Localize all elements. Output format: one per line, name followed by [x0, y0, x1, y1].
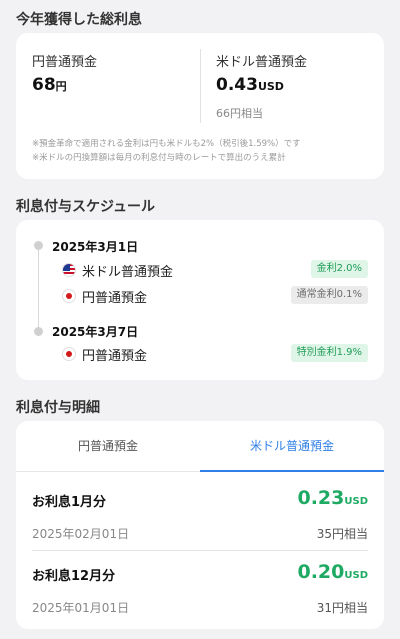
interest-row-approx: 31円相当: [316, 601, 368, 615]
us-flag-icon: [62, 263, 76, 277]
active-tab-indicator: [200, 470, 384, 472]
schedule-account-row: 米ドル普通預金 金利2.0%: [62, 260, 368, 280]
schedule-date: 2025年3月7日: [52, 325, 139, 339]
schedule-account-row: 円普通預金 特別金利1.9%: [62, 344, 368, 364]
interest-row-title: お利息12月分: [32, 569, 116, 584]
interest-row-date: 2025年01月01日: [32, 601, 130, 615]
row-divider: [32, 550, 368, 551]
usd-total-amount: 0.43USD: [216, 75, 284, 95]
rate-note: ※預金革命で適用される金利は円も米ドルも2%（税引後1.59%）です: [32, 139, 301, 149]
timeline-dot: [34, 241, 43, 250]
usd-total-unit: USD: [257, 80, 284, 93]
interest-row-unit: USD: [344, 496, 368, 507]
tab-usd-savings[interactable]: 米ドル普通預金: [200, 421, 384, 471]
jp-flag-icon: [62, 347, 76, 361]
interest-row-approx: 35円相当: [316, 527, 368, 541]
interest-details-card: 円普通預金 米ドル普通預金 お利息1月分 0.23USD 2025年02月01日…: [16, 421, 384, 629]
jpy-total-value: 68: [32, 75, 56, 95]
jp-flag-icon: [62, 289, 76, 303]
rate-badge: 特別金利1.9%: [290, 344, 368, 362]
schedule-account-name: 米ドル普通預金: [82, 265, 174, 280]
schedule-account-name: 円普通預金: [82, 291, 148, 306]
details-heading: 利息付与明細: [16, 400, 100, 416]
column-divider: [200, 49, 201, 123]
schedule-date: 2025年3月1日: [52, 240, 139, 254]
interest-row-amount: 0.20USD: [297, 561, 368, 583]
interest-row-date: 2025年02月01日: [32, 527, 130, 541]
conversion-note: ※米ドルの円換算額は毎月の利息付与時のレートで算出のうえ累計: [32, 153, 286, 163]
schedule-heading: 利息付与スケジュール: [16, 199, 156, 215]
interest-row-value: 0.23: [297, 487, 345, 509]
rate-badge: 通常金利0.1%: [290, 286, 368, 304]
interest-row-unit: USD: [344, 570, 368, 581]
total-interest-heading: 今年獲得した総利息: [16, 12, 142, 28]
jpy-total-unit: 円: [55, 80, 67, 93]
interest-row-title: お利息1月分: [32, 495, 107, 510]
interest-row-value: 0.20: [297, 561, 345, 583]
timeline-dot: [34, 327, 43, 336]
rate-badge: 金利2.0%: [310, 260, 368, 278]
interest-row-amount: 0.23USD: [297, 487, 368, 509]
total-interest-card: 円普通預金 68円 米ドル普通預金 0.43USD 66円相当 ※預金革命で適用…: [16, 33, 384, 179]
schedule-card: 2025年3月1日 米ドル普通預金 金利2.0% 円普通預金 通常金利0.1% …: [16, 220, 384, 380]
jpy-total-label: 円普通預金: [32, 55, 98, 70]
usd-total-approx: 66円相当: [216, 107, 263, 120]
interest-page: 今年獲得した総利息 円普通預金 68円 米ドル普通預金 0.43USD 66円相…: [0, 0, 400, 639]
interest-row[interactable]: お利息1月分 0.23USD 2025年02月01日 35円相当: [32, 487, 368, 563]
interest-row[interactable]: お利息12月分 0.20USD 2025年01月01日 31円相当: [32, 561, 368, 629]
schedule-account-row: 円普通預金 通常金利0.1%: [62, 286, 368, 306]
timeline-line: [38, 245, 39, 331]
jpy-total-amount: 68円: [32, 75, 67, 95]
usd-total-value: 0.43: [216, 75, 258, 95]
tab-jpy-savings[interactable]: 円普通預金: [16, 421, 200, 471]
schedule-account-name: 円普通預金: [82, 349, 148, 364]
usd-total-label: 米ドル普通預金: [216, 55, 308, 70]
